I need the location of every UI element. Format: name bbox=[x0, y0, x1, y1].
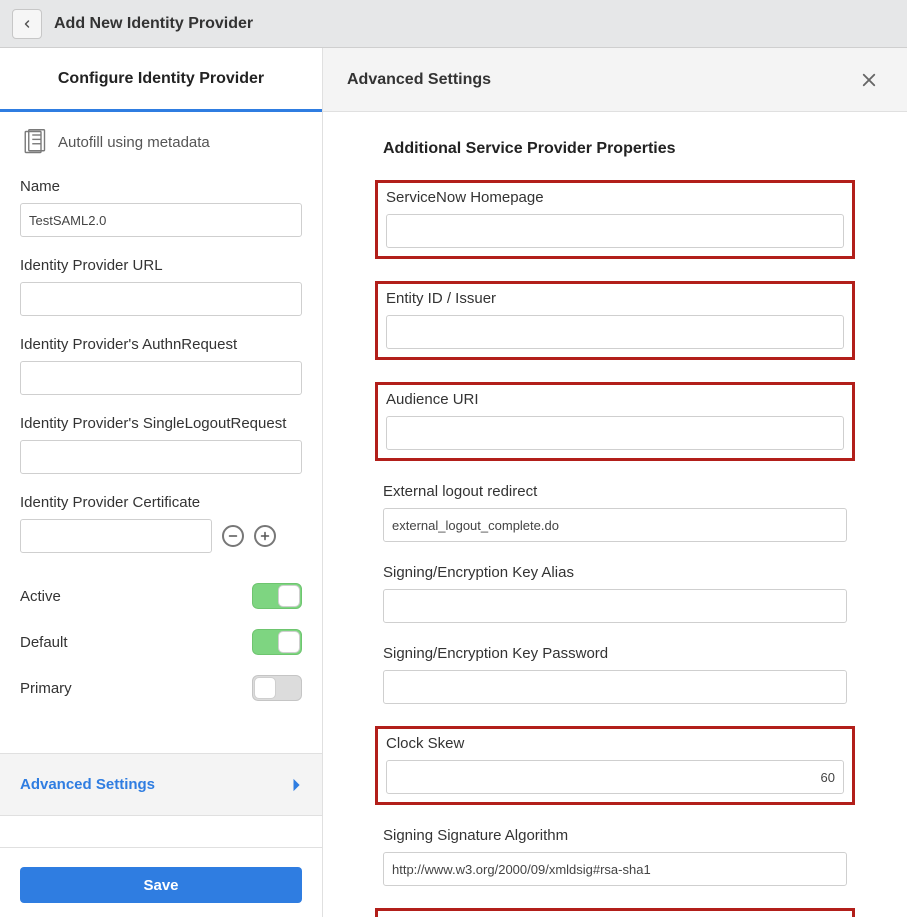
entity-input[interactable] bbox=[386, 315, 844, 349]
default-toggle[interactable] bbox=[252, 629, 302, 655]
page-title: Add New Identity Provider bbox=[54, 15, 253, 33]
footer: Save bbox=[0, 847, 322, 917]
autofill-label: Autofill using metadata bbox=[58, 134, 210, 151]
cert-plus-button[interactable] bbox=[254, 525, 276, 547]
primary-label: Primary bbox=[20, 680, 72, 697]
cert-input[interactable] bbox=[21, 525, 212, 548]
sig-alg-input[interactable] bbox=[383, 852, 847, 886]
clock-label: Clock Skew bbox=[386, 735, 844, 752]
key-alias-field: Signing/Encryption Key Alias bbox=[383, 564, 847, 623]
cert-label: Identity Provider Certificate bbox=[20, 494, 302, 511]
authn-label: Identity Provider's AuthnRequest bbox=[20, 336, 302, 353]
entity-field: Entity ID / Issuer bbox=[375, 281, 855, 360]
section-title: Additional Service Provider Properties bbox=[383, 140, 847, 158]
active-toggle[interactable] bbox=[252, 583, 302, 609]
entity-label: Entity ID / Issuer bbox=[386, 290, 844, 307]
close-icon bbox=[860, 71, 878, 89]
chevron-right-icon bbox=[292, 778, 302, 792]
clock-input[interactable] bbox=[386, 760, 844, 794]
clock-field: Clock Skew bbox=[375, 726, 855, 805]
configure-panel: Configure Identity Provider Autofill usi… bbox=[0, 48, 323, 917]
topbar: Add New Identity Provider bbox=[0, 0, 907, 48]
logout-label: External logout redirect bbox=[383, 483, 847, 500]
key-alias-input[interactable] bbox=[383, 589, 847, 623]
homepage-label: ServiceNow Homepage bbox=[386, 189, 844, 206]
idp-url-label: Identity Provider URL bbox=[20, 257, 302, 274]
logout-field: External logout redirect bbox=[383, 483, 847, 542]
minus-icon bbox=[227, 530, 239, 542]
save-button[interactable]: Save bbox=[20, 867, 302, 903]
key-alias-label: Signing/Encryption Key Alias bbox=[383, 564, 847, 581]
name-label: Name bbox=[20, 178, 302, 195]
plus-icon bbox=[259, 530, 271, 542]
audience-label: Audience URI bbox=[386, 391, 844, 408]
advanced-settings-title: Advanced Settings bbox=[347, 71, 491, 89]
key-pass-label: Signing/Encryption Key Password bbox=[383, 645, 847, 662]
primary-toggle[interactable] bbox=[252, 675, 302, 701]
document-icon bbox=[20, 128, 48, 156]
key-pass-input[interactable] bbox=[383, 670, 847, 704]
audience-field: Audience URI bbox=[375, 382, 855, 461]
close-button[interactable] bbox=[855, 66, 883, 94]
advanced-settings-label: Advanced Settings bbox=[20, 776, 155, 793]
name-input[interactable] bbox=[20, 203, 302, 237]
homepage-input[interactable] bbox=[386, 214, 844, 248]
idp-url-input[interactable] bbox=[20, 282, 302, 316]
audience-input[interactable] bbox=[386, 416, 844, 450]
user-field-field: User Field bbox=[375, 908, 855, 917]
key-pass-field: Signing/Encryption Key Password bbox=[383, 645, 847, 704]
default-label: Default bbox=[20, 634, 68, 651]
advanced-settings-panel: Advanced Settings Additional Service Pro… bbox=[323, 48, 907, 917]
advanced-settings-link[interactable]: Advanced Settings bbox=[0, 753, 322, 815]
slo-input[interactable] bbox=[20, 440, 302, 474]
cert-minus-button[interactable] bbox=[222, 525, 244, 547]
autofill-using-metadata[interactable]: Autofill using metadata bbox=[20, 128, 302, 156]
homepage-field: ServiceNow Homepage bbox=[375, 180, 855, 259]
sig-alg-field: Signing Signature Algorithm bbox=[383, 827, 847, 886]
chevron-left-icon bbox=[21, 18, 33, 30]
back-button[interactable] bbox=[12, 9, 42, 39]
logout-input[interactable] bbox=[383, 508, 847, 542]
sig-alg-label: Signing Signature Algorithm bbox=[383, 827, 847, 844]
active-label: Active bbox=[20, 588, 61, 605]
authn-input[interactable] bbox=[20, 361, 302, 395]
configure-header: Configure Identity Provider bbox=[0, 48, 322, 112]
slo-label: Identity Provider's SingleLogoutRequest bbox=[20, 415, 302, 432]
